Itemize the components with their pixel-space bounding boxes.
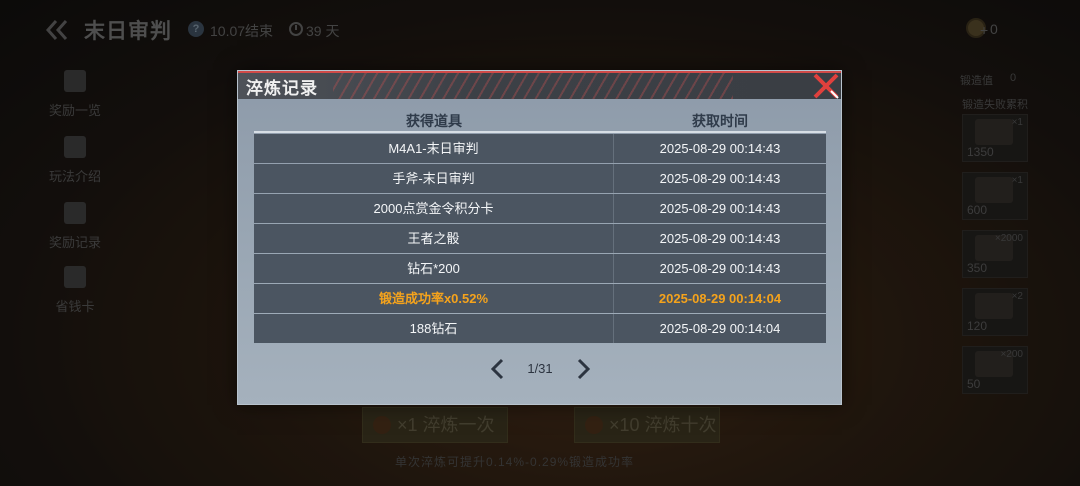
time-cell: 2025-08-29 00:14:04 bbox=[659, 321, 781, 336]
table-row: M4A1-末日审判 2025-08-29 00:14:43 bbox=[254, 134, 826, 163]
time-cell: 2025-08-29 00:14:04 bbox=[658, 291, 782, 306]
dialog-title: 淬炼记录 bbox=[246, 79, 318, 98]
time-cell: 2025-08-29 00:14:43 bbox=[659, 201, 781, 216]
time-cell: 2025-08-29 00:14:43 bbox=[659, 141, 781, 156]
record-table: 获得道具 获取时间 M4A1-末日审判 2025-08-29 00:14:43 … bbox=[254, 107, 826, 343]
item-cell: M4A1-末日审判 bbox=[254, 134, 614, 163]
forge-record-dialog: 淬炼记录 获得道具 获取时间 M4A1-末日审判 2025-08-29 00:1… bbox=[237, 70, 842, 405]
item-cell: 手斧-末日审判 bbox=[254, 164, 614, 193]
previous-page-icon[interactable] bbox=[487, 357, 509, 381]
table-row: 手斧-末日审判 2025-08-29 00:14:43 bbox=[254, 164, 826, 193]
item-cell: 2000点赏金令积分卡 bbox=[254, 194, 614, 223]
pagination: 1/31 bbox=[238, 355, 841, 383]
next-page-icon[interactable] bbox=[572, 357, 594, 381]
item-cell: 锻造成功率x0.52% bbox=[254, 284, 614, 313]
close-icon[interactable] bbox=[811, 71, 843, 103]
table-header: 获得道具 获取时间 bbox=[254, 107, 826, 133]
item-cell: 王者之骰 bbox=[254, 224, 614, 253]
column-header-item: 获得道具 bbox=[406, 113, 462, 129]
time-cell: 2025-08-29 00:14:43 bbox=[659, 231, 781, 246]
header-stripes bbox=[333, 73, 733, 99]
dialog-header: 淬炼记录 bbox=[238, 71, 841, 99]
table-row: 2000点赏金令积分卡 2025-08-29 00:14:43 bbox=[254, 194, 826, 223]
time-cell: 2025-08-29 00:14:43 bbox=[659, 261, 781, 276]
time-cell: 2025-08-29 00:14:43 bbox=[659, 171, 781, 186]
item-cell: 188钻石 bbox=[254, 314, 614, 343]
column-header-time: 获取时间 bbox=[692, 113, 748, 129]
table-row: 188钻石 2025-08-29 00:14:04 bbox=[254, 314, 826, 343]
table-row-highlighted: 锻造成功率x0.52% 2025-08-29 00:14:04 bbox=[254, 284, 826, 313]
page-indicator: 1/31 bbox=[527, 361, 553, 376]
item-cell: 钻石*200 bbox=[254, 254, 614, 283]
table-row: 王者之骰 2025-08-29 00:14:43 bbox=[254, 224, 826, 253]
table-row: 钻石*200 2025-08-29 00:14:43 bbox=[254, 254, 826, 283]
